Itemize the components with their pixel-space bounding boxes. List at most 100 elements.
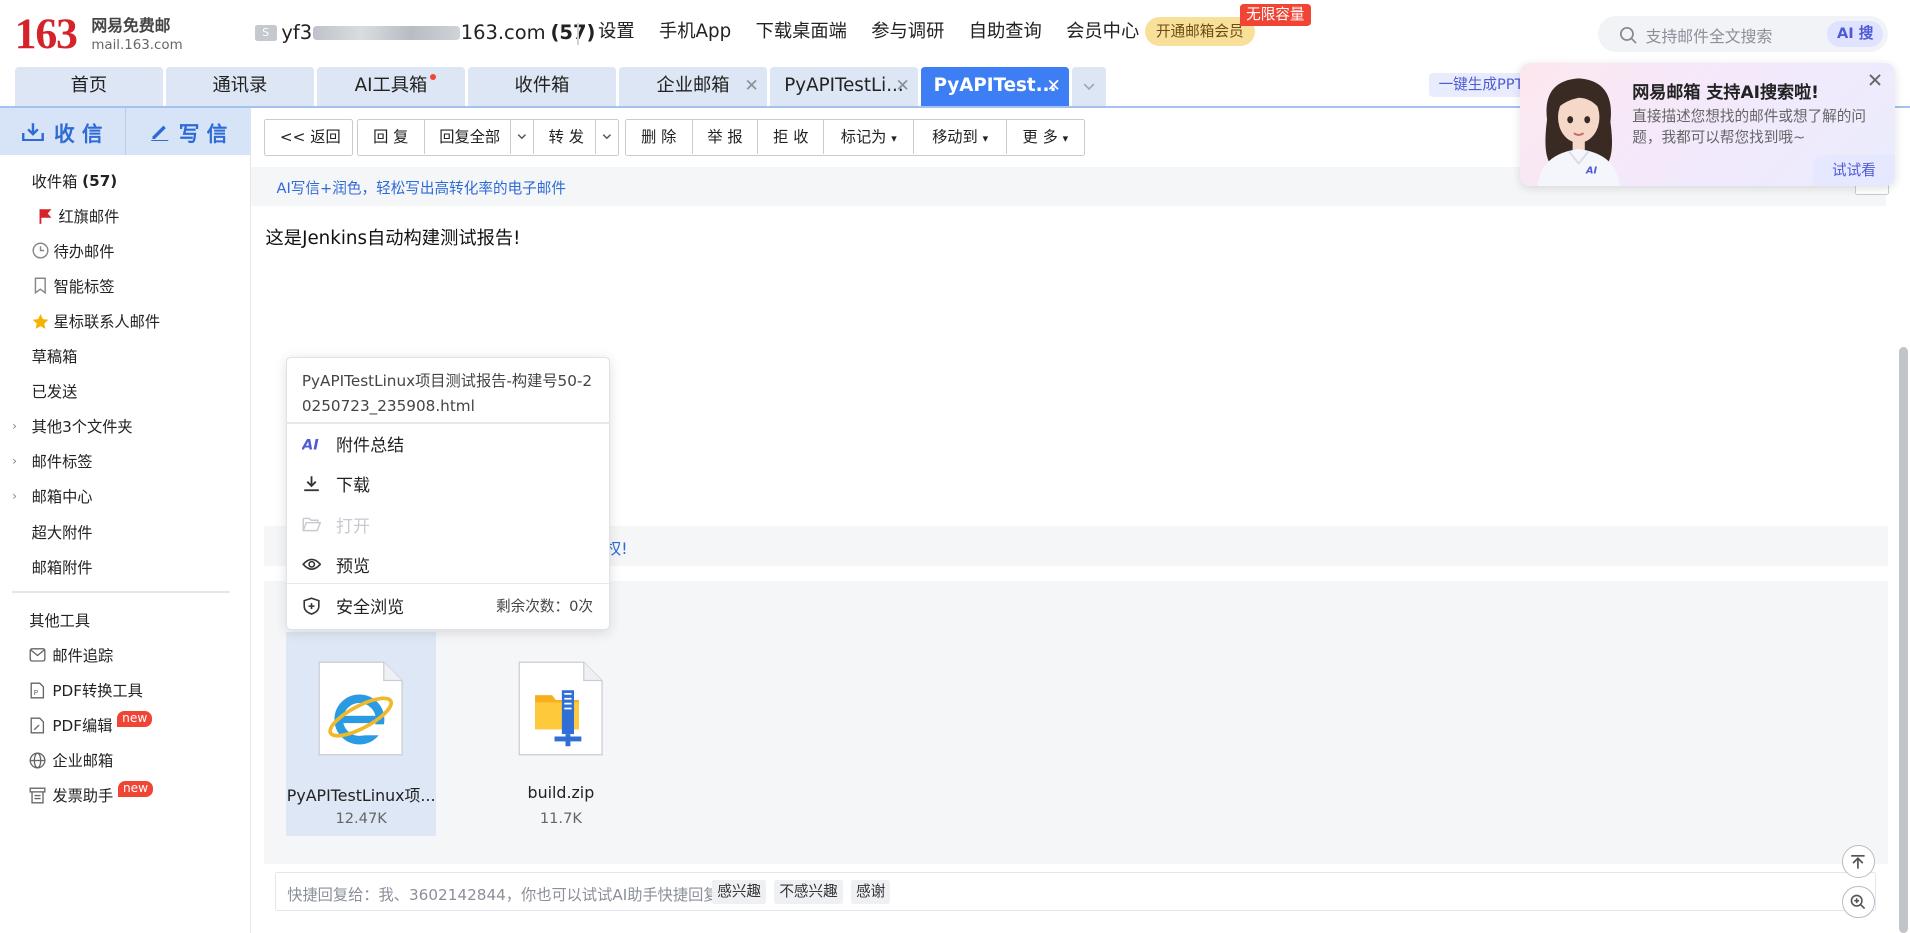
forward-button[interactable]: 转 发: [533, 120, 595, 155]
nav-settings[interactable]: 设置: [598, 19, 635, 46]
quick-reply-chip[interactable]: 感谢: [851, 880, 891, 904]
menu-item-label: 下载: [335, 476, 371, 497]
nav-member-center[interactable]: 会员中心: [1066, 19, 1139, 46]
menu-item-download[interactable]: 下载: [287, 464, 609, 504]
tab-enterprise-mail[interactable]: 企业邮箱 ✕: [618, 66, 768, 106]
compose-button[interactable]: 写 信: [124, 108, 251, 155]
star-icon: [32, 313, 49, 330]
main-scrollbar[interactable]: [1899, 347, 1908, 933]
zip-file-icon: [518, 661, 603, 756]
nav-mobile-app[interactable]: 手机App: [659, 19, 731, 46]
back-button[interactable]: << 返回: [265, 120, 351, 154]
forward-dropdown[interactable]: [595, 120, 618, 155]
menu-item-safe-browse[interactable]: 安全浏览 剩余次数：0次: [287, 586, 609, 626]
quick-reply-chip[interactable]: 感兴趣: [712, 880, 766, 904]
vip-button[interactable]: 开通邮箱会员: [1145, 17, 1255, 47]
logo-domain: mail.163.com: [91, 37, 183, 53]
nav-download-desktop[interactable]: 下载桌面端: [756, 19, 847, 46]
tab-inbox[interactable]: 收件箱: [467, 66, 617, 106]
quick-reply-bar[interactable]: 快捷回复给：我、3602142844，你也可以试试AI助手快捷回复 感兴趣 不感…: [275, 872, 1876, 912]
reject-button[interactable]: 拒 收: [757, 120, 823, 155]
search-box[interactable]: 支持邮件全文搜索 AI 搜: [1598, 15, 1889, 53]
zoom-button[interactable]: [1841, 885, 1875, 919]
pdf-edit-icon: [29, 717, 46, 734]
sidebar-item-label: 超大附件: [31, 523, 93, 542]
tab-overflow-button[interactable]: [1071, 66, 1106, 106]
tool-enterprise-mail[interactable]: 企业邮箱: [0, 743, 250, 778]
search-icon: [1619, 26, 1637, 44]
sidebar-divider: [12, 591, 231, 593]
more-button[interactable]: 更 多 ▾: [1005, 120, 1084, 155]
sidebar-item-sent[interactable]: 已发送: [0, 374, 250, 409]
tab-contacts[interactable]: 通讯录: [165, 66, 315, 106]
receive-button[interactable]: 收 信: [0, 108, 125, 154]
tab-ai-toolbox[interactable]: AI工具箱: [316, 66, 466, 106]
reply-dropdown[interactable]: [510, 120, 533, 155]
chevron-right-icon[interactable]: ›: [12, 454, 17, 468]
menu-item-label: 附件总结: [335, 436, 405, 457]
sidebar-item-label: 已发送: [31, 383, 78, 402]
account-switcher[interactable]: S yf3 163.com (57): [254, 21, 615, 45]
tool-label: PDF编辑: [52, 717, 113, 736]
close-icon[interactable]: ✕: [1046, 67, 1060, 106]
tab-home[interactable]: 首页: [14, 66, 164, 106]
tab-label: 通讯录: [212, 74, 268, 96]
sidebar-item-other-folders[interactable]: › 其他3个文件夹: [0, 409, 250, 444]
mark-as-button[interactable]: 标记为 ▾: [823, 120, 913, 155]
move-to-button[interactable]: 移动到 ▾: [913, 120, 1006, 155]
sidebar-item-flagged[interactable]: 红旗邮件: [0, 198, 250, 233]
remaining-count: 剩余次数：0次: [496, 598, 593, 616]
chevron-right-icon[interactable]: ›: [12, 489, 17, 503]
attachment-zip[interactable]: build.zip 11.7K: [486, 632, 636, 835]
tool-pdf-edit[interactable]: PDF编辑 new: [0, 708, 250, 743]
ai-write-link[interactable]: AI写信+润色，轻松写出高转化率的电子邮件: [277, 177, 567, 198]
tool-label: 邮件追踪: [52, 647, 114, 665]
sidebar-item-label: 智能标签: [53, 277, 115, 296]
sidebar-item-inbox[interactable]: 收件箱 (57): [0, 163, 250, 198]
mail-app: 163 网易免费邮 mail.163.com S yf3 163.com (57…: [0, 0, 1910, 933]
sidebar-item-starred-contacts[interactable]: 星标联系人邮件: [0, 304, 250, 339]
nav-survey[interactable]: 参与调研: [871, 19, 944, 46]
reply-button[interactable]: 回 复: [358, 120, 424, 154]
sidebar-item-label: 待办邮件: [53, 242, 115, 261]
scroll-top-button[interactable]: [1841, 845, 1875, 879]
report-button[interactable]: 举 报: [691, 120, 758, 155]
close-icon[interactable]: ✕: [895, 67, 909, 106]
tab-mail-1[interactable]: PyAPITestLi... ✕: [769, 66, 919, 106]
generate-ppt-button[interactable]: 一键生成PPT: [1428, 73, 1534, 98]
header-divider: [577, 23, 579, 46]
sidebar-item-label: 邮箱中心: [31, 488, 93, 507]
tool-invoice-helper[interactable]: 发票助手 new: [0, 778, 250, 813]
quick-reply-chip[interactable]: 不感兴趣: [774, 880, 843, 904]
attachment-html[interactable]: PyAPITestLinux项... 12.47K: [286, 632, 437, 836]
search-input[interactable]: 支持邮件全文搜索: [1646, 24, 1773, 47]
close-icon[interactable]: ✕: [744, 67, 758, 106]
menu-item-preview[interactable]: 预览: [287, 544, 609, 584]
sidebar-item-todo[interactable]: 待办邮件: [0, 233, 250, 268]
close-icon[interactable]: ✕: [1867, 69, 1883, 92]
sidebar-item-mail-tags[interactable]: › 邮件标签: [0, 444, 250, 479]
delete-button[interactable]: 删 除: [626, 120, 692, 154]
nav-self-service[interactable]: 自助查询: [969, 19, 1042, 46]
sidebar-item-mail-center[interactable]: › 邮箱中心: [0, 479, 250, 514]
logo-number[interactable]: 163: [15, 10, 78, 59]
sidebar-item-smart-tags[interactable]: 智能标签: [0, 268, 250, 303]
try-it-button[interactable]: 试试看: [1812, 154, 1896, 187]
tool-pdf-convert[interactable]: P PDF转换工具: [0, 673, 250, 708]
back-group: << 返回: [264, 119, 353, 156]
tool-mail-tracking[interactable]: 邮件追踪: [0, 637, 250, 672]
sidebar-item-drafts[interactable]: 草稿箱: [0, 339, 250, 374]
chevron-right-icon[interactable]: ›: [12, 419, 17, 433]
action-group: 删 除 举 报 拒 收 标记为 ▾ 移动到 ▾ 更 多 ▾: [624, 119, 1085, 156]
reply-all-button[interactable]: 回复全部: [423, 120, 510, 155]
tab-label: PyAPITestLi...: [784, 74, 904, 96]
receive-label: 收 信: [54, 121, 103, 146]
ai-search-button[interactable]: AI 搜: [1827, 20, 1884, 48]
red-flag-icon: [37, 207, 54, 224]
sidebar-item-attachments[interactable]: 邮箱附件: [0, 549, 250, 584]
sidebar-item-large-attachments[interactable]: 超大附件: [0, 514, 250, 549]
tab-mail-active[interactable]: PyAPITest... ✕: [920, 66, 1070, 106]
arrow-up-to-top-icon: [1851, 854, 1865, 869]
quick-reply-input[interactable]: 快捷回复给：我、3602142844，你也可以试试AI助手快捷回复: [287, 883, 718, 905]
menu-item-summary[interactable]: AI 附件总结: [287, 424, 609, 464]
